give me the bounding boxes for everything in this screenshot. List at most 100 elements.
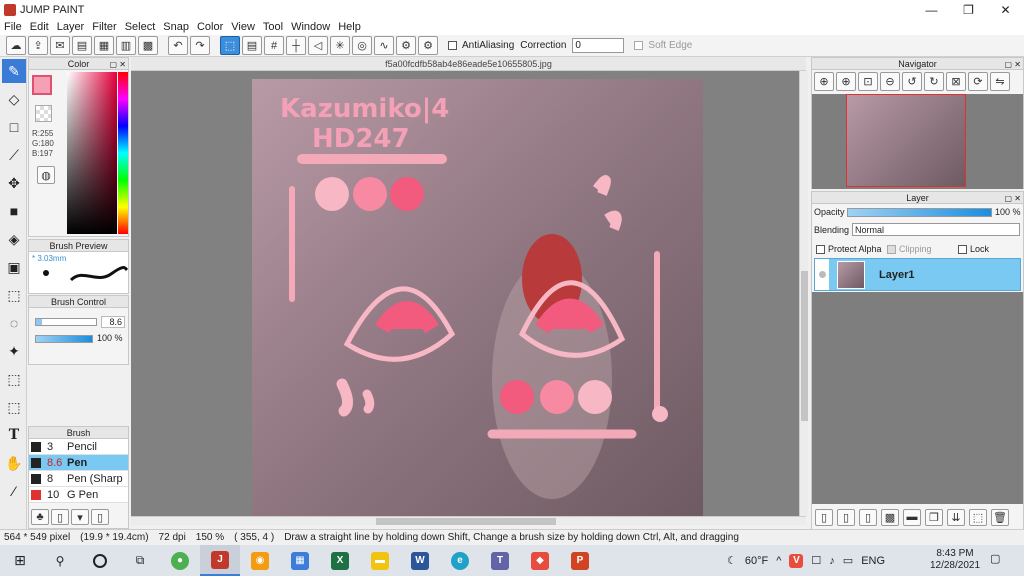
brush-size-value[interactable]: 8.6 xyxy=(101,316,125,328)
text-tool-icon[interactable]: T xyxy=(2,423,26,447)
menu-color[interactable]: Color xyxy=(193,21,227,33)
brush-item[interactable]: 3 Pencil xyxy=(29,439,128,455)
page-icon[interactable]: ▦ xyxy=(94,36,114,55)
battery-icon[interactable]: ▭ xyxy=(843,554,853,567)
clear-layer-icon[interactable]: ⬚ xyxy=(969,508,987,526)
reset-view-icon[interactable]: ⊠ xyxy=(946,72,966,91)
magic-wand-tool-icon[interactable]: ✦ xyxy=(2,339,26,363)
taskbar-store[interactable]: ▦ xyxy=(280,545,320,576)
color-saturation-field[interactable] xyxy=(67,72,117,234)
weather-temp[interactable]: 60°F xyxy=(745,555,768,567)
menu-file[interactable]: File xyxy=(0,21,26,33)
brush-menu-icon[interactable]: ▾ xyxy=(71,509,89,525)
menu-select[interactable]: Select xyxy=(121,21,160,33)
bucket-tool-icon[interactable]: ◈ xyxy=(2,227,26,251)
folder-icon[interactable]: ▬ xyxy=(903,508,921,526)
taskbar-word[interactable]: W xyxy=(400,545,440,576)
fit-icon[interactable]: ⊡ xyxy=(858,72,878,91)
artwork-canvas[interactable]: Kazumiko|4 HD247 xyxy=(252,79,703,516)
snap-vanish-icon[interactable]: ◁ xyxy=(308,36,328,55)
canvas-area[interactable]: Kazumiko|4 HD247 xyxy=(131,71,799,516)
correction-select[interactable]: 0 xyxy=(572,38,625,53)
taskbar-chrome[interactable]: ● xyxy=(160,545,200,576)
eyedropper-tool-icon[interactable]: ⁄ xyxy=(2,479,26,503)
snap-settings-icon[interactable]: ⚙ xyxy=(396,36,416,55)
delete-brush-icon[interactable]: ▯ xyxy=(91,509,109,525)
select-pen-tool-icon[interactable]: ⬚ xyxy=(2,367,26,391)
message-icon[interactable]: ▤ xyxy=(72,36,92,55)
new-brush-icon[interactable]: ▯ xyxy=(51,509,69,525)
fill-rect-tool-icon[interactable]: ■ xyxy=(2,199,26,223)
reset-rotate-icon[interactable]: ⟳ xyxy=(968,72,988,91)
snap-off-icon[interactable]: ⬚ xyxy=(220,36,240,55)
cortana-button[interactable] xyxy=(80,545,120,576)
language-indicator[interactable]: ENG xyxy=(861,555,885,567)
brush-size-slider[interactable] xyxy=(35,318,97,326)
tray-chevron-icon[interactable]: ^ xyxy=(776,555,781,567)
network-icon[interactable]: ☐ xyxy=(811,554,821,567)
volume-icon[interactable]: ♪ xyxy=(829,555,835,567)
brush-settings-icon[interactable]: ♣ xyxy=(31,509,49,525)
minimize-button[interactable]: — xyxy=(913,0,950,19)
cloud-icon[interactable]: ☁ xyxy=(6,36,26,55)
clock[interactable]: 8:43 PM 12/28/2021 xyxy=(925,548,985,572)
layer-row[interactable]: Layer1 xyxy=(814,258,1021,291)
menu-layer[interactable]: Layer xyxy=(53,21,89,33)
layer-opacity-slider[interactable] xyxy=(847,208,992,217)
close-button[interactable]: ✕ xyxy=(987,0,1024,19)
merge-layer-icon[interactable]: ⇊ xyxy=(947,508,965,526)
vertical-scrollbar[interactable] xyxy=(799,71,808,516)
rotate-left-icon[interactable]: ↺ xyxy=(902,72,922,91)
brush-item[interactable]: 8.6 Pen xyxy=(29,455,128,471)
menu-view[interactable]: View xyxy=(227,21,259,33)
search-button[interactable]: ⚲ xyxy=(40,545,80,576)
visibility-toggle[interactable] xyxy=(815,259,829,290)
new-layer8-icon[interactable]: ▯ xyxy=(837,508,855,526)
clipping-toggle[interactable]: Clipping xyxy=(887,244,932,254)
brush-item[interactable]: 10 G Pen xyxy=(29,487,128,503)
gradient-tool-icon[interactable]: ▣ xyxy=(2,255,26,279)
share-icon[interactable]: ⇪ xyxy=(28,36,48,55)
menu-help[interactable]: Help xyxy=(334,21,365,33)
document-tab[interactable]: f5a00fcdfb58ab4e86eade5e10655805.jpg xyxy=(131,57,806,71)
pen-tool-icon[interactable]: ✎ xyxy=(2,59,26,83)
redo-icon[interactable]: ↷ xyxy=(190,36,210,55)
snap-circle-icon[interactable]: ◎ xyxy=(352,36,372,55)
task-view-button[interactable]: ⧉ xyxy=(120,545,160,576)
new-layer-icon[interactable]: ▯ xyxy=(815,508,833,526)
menu-snap[interactable]: Snap xyxy=(159,21,193,33)
rotate-right-icon[interactable]: ↻ xyxy=(924,72,944,91)
snap-curve-icon[interactable]: ∿ xyxy=(374,36,394,55)
transparent-swatch[interactable] xyxy=(35,105,52,122)
taskbar-edge[interactable]: e xyxy=(440,545,480,576)
snap-grid-icon[interactable]: # xyxy=(264,36,284,55)
zoom-out-icon[interactable]: ⊖ xyxy=(880,72,900,91)
delete-layer-icon[interactable]: 🗑 xyxy=(991,508,1009,526)
move-tool-icon[interactable]: ✥ xyxy=(2,171,26,195)
brush-item[interactable]: 8 Pen (Sharp xyxy=(29,471,128,487)
taskbar-jumppaint[interactable]: J xyxy=(200,545,240,576)
tray-app-icon[interactable]: V xyxy=(789,553,804,568)
brush-opacity-slider[interactable] xyxy=(35,335,93,343)
rectangle-tool-icon[interactable]: □ xyxy=(2,115,26,139)
horizontal-scrollbar[interactable] xyxy=(131,516,806,525)
lasso-tool-icon[interactable]: ◌ xyxy=(2,311,26,335)
line-tool-icon[interactable]: ⟋ xyxy=(2,143,26,167)
taskbar-app2[interactable]: ◆ xyxy=(520,545,560,576)
start-button[interactable]: ⊞ xyxy=(0,545,40,576)
antialiasing-checkbox[interactable] xyxy=(448,41,457,50)
snap-radial-icon[interactable]: ✳ xyxy=(330,36,350,55)
snap-parallel-icon[interactable]: ▤ xyxy=(242,36,262,55)
lock-toggle[interactable]: Lock xyxy=(958,244,989,254)
snap-cross-icon[interactable]: ┼ xyxy=(286,36,306,55)
palette-icon[interactable]: ◍ xyxy=(37,166,55,184)
soft-edge-checkbox[interactable] xyxy=(634,41,644,50)
taskbar-excel[interactable]: X xyxy=(320,545,360,576)
halftone-layer-icon[interactable]: ▩ xyxy=(881,508,899,526)
taskbar-teams[interactable]: T xyxy=(480,545,520,576)
menu-window[interactable]: Window xyxy=(287,21,334,33)
taskbar-powerpoint[interactable]: P xyxy=(560,545,600,576)
taskbar-app[interactable]: ◉ xyxy=(240,545,280,576)
zoom-in2-icon[interactable]: ⊕ xyxy=(836,72,856,91)
current-color-swatch[interactable] xyxy=(32,75,52,95)
